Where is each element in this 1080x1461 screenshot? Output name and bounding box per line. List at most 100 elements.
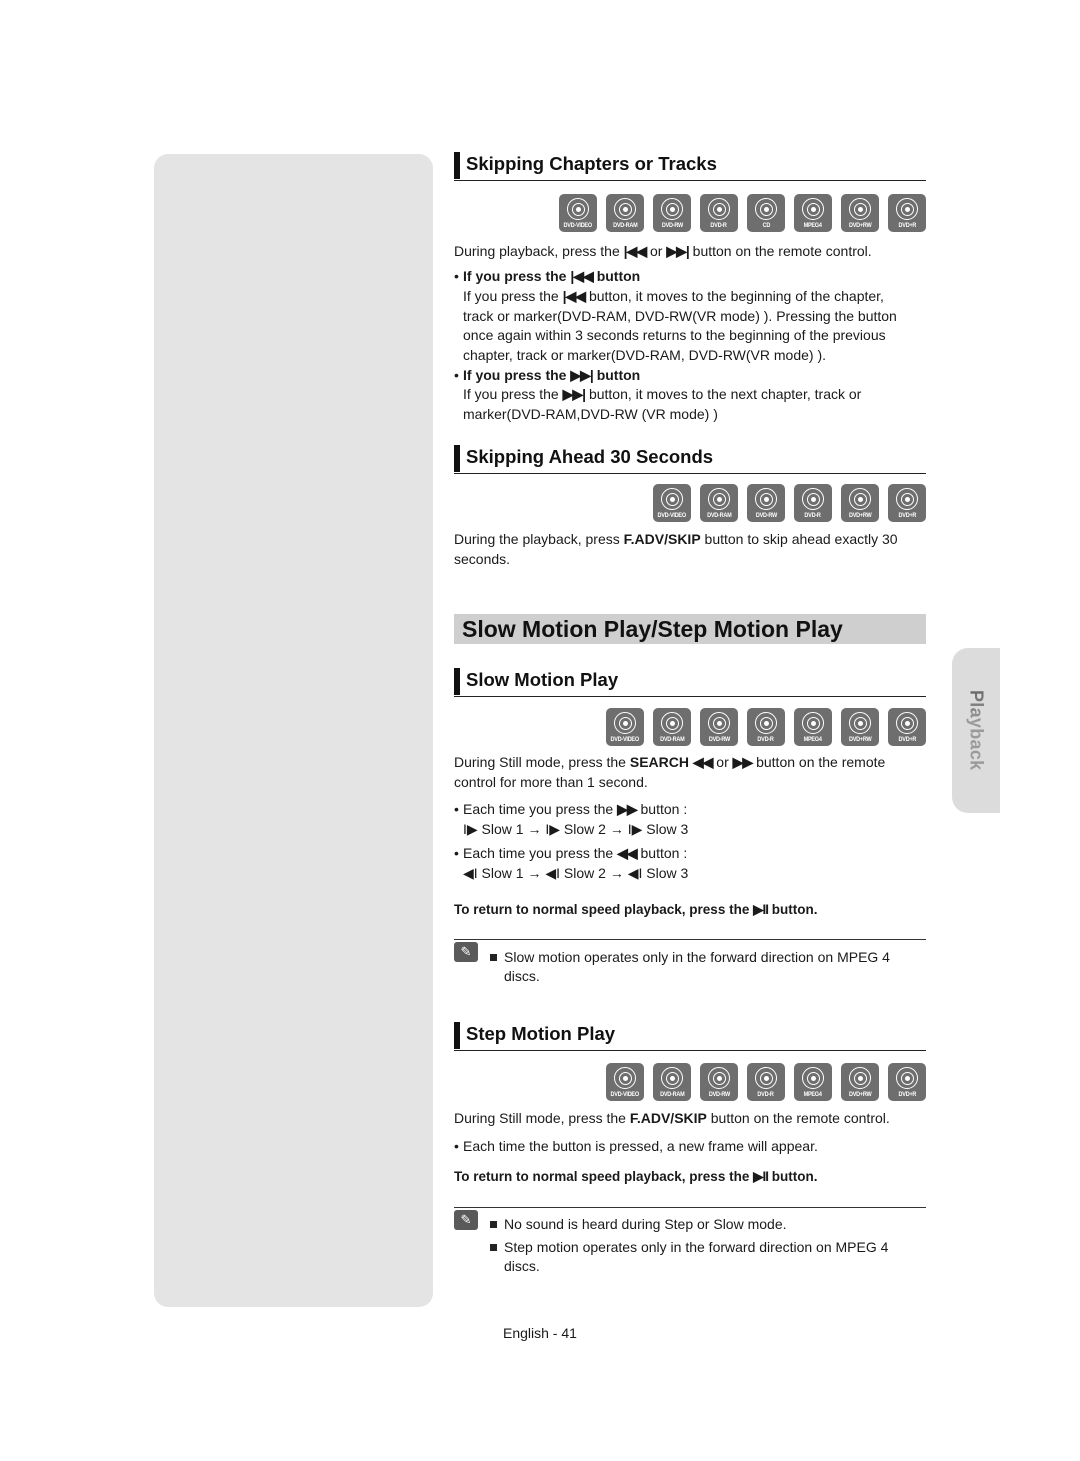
- text: If you press the: [463, 288, 563, 304]
- disc-label: DVD-VIDEO: [657, 512, 687, 519]
- disc-glyph-icon: [802, 198, 824, 220]
- text: button :: [636, 801, 688, 817]
- text: button.: [767, 902, 818, 917]
- disc-glyph-icon: [661, 1067, 683, 1089]
- disc-glyph-icon: [661, 712, 683, 734]
- text: During Still mode, press the: [454, 754, 630, 770]
- text: or: [646, 243, 667, 259]
- bullet-icon: •: [454, 801, 459, 817]
- side-tab-label: Playback: [954, 648, 998, 813]
- slow-motion-intro: During Still mode, press the SEARCH ◀◀ o…: [454, 753, 926, 792]
- fast-forward-icon: ▶▶: [732, 754, 754, 770]
- page-number: English - 41: [503, 1325, 577, 1341]
- button-name: F.ADV/SKIP: [629, 1110, 707, 1126]
- disc-icon-dvd-r: DVD-R: [747, 1063, 785, 1101]
- square-bullet-icon: [490, 1244, 497, 1251]
- disc-glyph-icon: [802, 1067, 824, 1089]
- section-heading-step-motion: Step Motion Play: [454, 1022, 926, 1051]
- step-return-instruction: To return to normal speed playback, pres…: [454, 1167, 926, 1187]
- disc-glyph-icon: [849, 198, 871, 220]
- text: button: [592, 367, 641, 383]
- page-title: Slow Motion Play/Step Motion Play: [462, 616, 843, 642]
- text-line: seconds.: [454, 550, 511, 567]
- button-name: F.ADV/SKIP: [623, 531, 701, 547]
- heading-title: Skipping Ahead 30 Seconds: [466, 446, 714, 467]
- note-divider: [454, 1207, 926, 1208]
- square-bullet-icon: [490, 954, 497, 961]
- heading-title: Skipping Chapters or Tracks: [466, 153, 717, 174]
- step-motion-intro: During Still mode, press the F.ADV/SKIP …: [454, 1109, 926, 1129]
- reverse-slow-sequence: ◀I Slow 1 → ◀I Slow 2 → ◀I Slow 3: [463, 864, 926, 884]
- fast-forward-icon: ▶▶: [617, 801, 638, 817]
- disc-label: DVD-R: [757, 736, 775, 743]
- side-tab-playback[interactable]: Playback: [952, 648, 1000, 813]
- text: button to skip ahead exactly 30: [700, 531, 898, 547]
- disc-glyph-icon: [755, 198, 777, 220]
- disc-glyph-icon: [896, 488, 918, 510]
- prev-button-description: If you press the |◀◀ button, it moves to…: [463, 287, 926, 365]
- text: During Still mode, press the: [454, 1110, 630, 1126]
- heading-bar: [454, 152, 460, 179]
- disc-glyph-icon: [614, 1067, 636, 1089]
- disc-icon-dvd-rw: DVD-RW: [653, 194, 691, 232]
- disc-glyph-icon: [849, 488, 871, 510]
- play-pause-icon: ▶II: [753, 902, 769, 917]
- text-line: marker(DVD-RAM,DVD-RW (VR mode) ): [463, 405, 718, 422]
- disc-glyph-icon: [802, 488, 824, 510]
- disc-icon-cd: CD: [747, 194, 785, 232]
- heading-title: Slow Motion Play: [466, 669, 619, 690]
- prev-button-subheading: If you press the |◀◀ button: [463, 267, 926, 287]
- disc-glyph-icon: [661, 488, 683, 510]
- disc-icon-dvd-rw: DVD-RW: [747, 484, 785, 522]
- disc-icon-dvdplus-rw: DVD+RW: [841, 708, 879, 746]
- disc-icon-dvd-video: DVD-VIDEO: [606, 708, 644, 746]
- section-heading-skipping-chapters: Skipping Chapters or Tracks: [454, 152, 926, 181]
- disc-glyph-icon: [708, 198, 730, 220]
- text: During the playback, press: [454, 531, 624, 547]
- disc-label: DVD+RW: [848, 736, 872, 743]
- disc-glyph-icon: [614, 712, 636, 734]
- disc-icon-dvd-r: DVD-R: [747, 708, 785, 746]
- bullet-icon: •: [454, 367, 459, 383]
- disc-glyph-icon: [896, 1067, 918, 1089]
- disc-icon-dvd-ram: DVD-RAM: [653, 708, 691, 746]
- bullet-icon: •: [454, 268, 459, 284]
- disc-icon-dvd-r: DVD-R: [700, 194, 738, 232]
- text: button on the remote control.: [706, 1110, 890, 1126]
- disc-label: DVD+R: [898, 736, 916, 743]
- text: button: [592, 268, 641, 284]
- disc-label: MPEG4: [803, 736, 823, 743]
- disc-label: DVD+R: [898, 1091, 916, 1098]
- forward-slow-item: Each time you press the ▶▶ button : I▶ S…: [463, 800, 926, 839]
- disc-icon-dvdplus-r: DVD+R: [888, 484, 926, 522]
- disc-glyph-icon: [567, 198, 589, 220]
- disc-label: DVD-RAM: [659, 1091, 685, 1098]
- disc-glyph-icon: [614, 198, 636, 220]
- disc-icon-dvdplus-r: DVD+R: [888, 708, 926, 746]
- disc-icon-dvdplus-rw: DVD+RW: [841, 484, 879, 522]
- text: If you press the: [463, 268, 571, 284]
- rewind-icon: ◀◀: [692, 754, 714, 770]
- text: button :: [636, 845, 688, 861]
- play-pause-icon: ▶II: [753, 1169, 769, 1184]
- slow-return-instruction: To return to normal speed playback, pres…: [454, 900, 926, 920]
- text: button on the remote: [752, 754, 886, 770]
- heading-bar: [454, 668, 460, 695]
- skip-ahead-description: During the playback, press F.ADV/SKIP bu…: [454, 530, 926, 569]
- disc-glyph-icon: [849, 712, 871, 734]
- note-text: No sound is heard during Step or Slow mo…: [504, 1216, 787, 1232]
- disc-icon-mpeg4: MPEG4: [794, 1063, 832, 1101]
- disc-icon-dvdplus-r: DVD+R: [888, 1063, 926, 1101]
- next-button-subheading: If you press the ▶▶| button: [463, 366, 926, 386]
- left-margin-panel: [154, 154, 433, 1307]
- square-bullet-icon: [490, 1221, 497, 1228]
- disc-icon-dvd-ram: DVD-RAM: [653, 1063, 691, 1101]
- heading-bar: [454, 445, 460, 472]
- section-heading-slow-motion: Slow Motion Play: [454, 668, 926, 697]
- disc-label: DVD-R: [804, 512, 822, 519]
- disc-label: DVD-RW: [708, 1091, 730, 1098]
- disc-icon-dvd-video: DVD-VIDEO: [606, 1063, 644, 1101]
- disc-icon-dvd-video: DVD-VIDEO: [559, 194, 597, 232]
- arrow-right-icon: →: [527, 820, 542, 837]
- note-text: Slow motion operates only in the forward…: [504, 949, 890, 984]
